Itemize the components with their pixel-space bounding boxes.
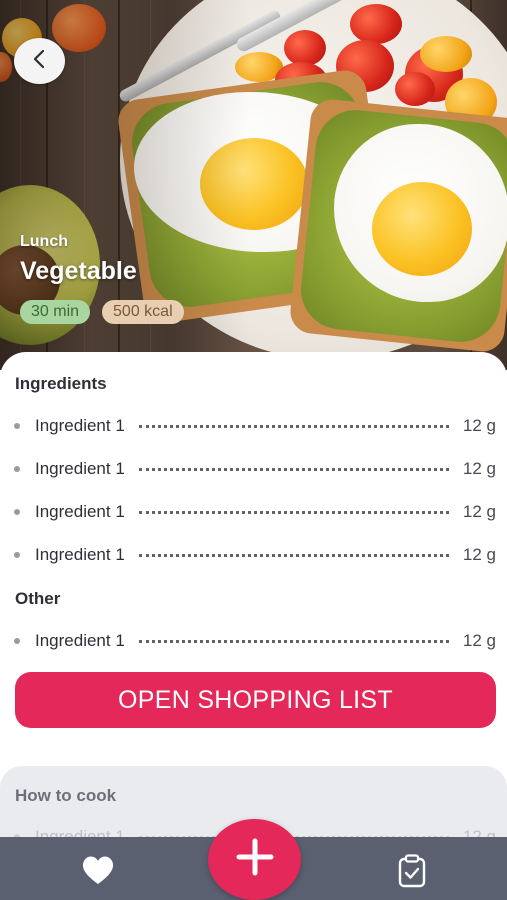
dotted-leader xyxy=(138,639,449,643)
bullet xyxy=(14,638,20,644)
ingredient-row: Ingredient 1 12 g xyxy=(14,541,496,569)
recipe-meta: Lunch Vegetable 30 min 500 kcal xyxy=(20,233,184,324)
recipe-title: Vegetable xyxy=(20,257,137,285)
shopping-list-nav-button[interactable] xyxy=(393,853,431,893)
time-badge: 30 min xyxy=(20,300,91,324)
ingredient-quantity: 12 g xyxy=(462,459,496,478)
dotted-leader xyxy=(138,553,449,557)
open-shopping-list-button[interactable]: OPEN SHOPPING LIST xyxy=(15,672,496,728)
ingredients-heading: Ingredients xyxy=(15,374,107,393)
ingredient-quantity: 12 g xyxy=(462,545,496,564)
ingredient-row: Ingredient 1 12 g xyxy=(14,455,496,483)
ingredient-row: Ingredient 1 12 g xyxy=(14,412,496,440)
dotted-leader xyxy=(138,510,449,514)
calories-badge: 500 kcal xyxy=(102,300,184,324)
ingredient-row: Ingredient 1 12 g xyxy=(14,498,496,526)
how-to-cook-heading: How to cook xyxy=(15,786,117,805)
add-button[interactable] xyxy=(208,819,301,900)
bullet xyxy=(14,423,20,429)
bullet xyxy=(14,552,20,558)
ingredient-name: Ingredient 1 xyxy=(35,545,125,564)
ingredient-name: Ingredient 1 xyxy=(35,631,125,650)
ingredient-quantity: 12 g xyxy=(462,631,496,650)
plus-icon xyxy=(235,837,275,882)
ingredient-name: Ingredient 1 xyxy=(35,459,125,478)
chevron-left-icon xyxy=(29,48,51,75)
recipe-badges: 30 min 500 kcal xyxy=(20,300,184,324)
dotted-leader xyxy=(138,424,449,428)
ingredient-name: Ingredient 1 xyxy=(35,416,125,435)
clipboard-check-icon xyxy=(397,853,427,893)
recipe-category: Lunch xyxy=(20,233,68,250)
other-heading: Other xyxy=(15,589,61,608)
ingredient-row: Ingredient 1 12 g xyxy=(14,627,496,655)
bullet xyxy=(14,466,20,472)
favorites-nav-button[interactable] xyxy=(79,855,117,889)
ingredient-name: Ingredient 1 xyxy=(35,502,125,521)
back-button[interactable] xyxy=(14,38,65,84)
bullet xyxy=(14,509,20,515)
ingredient-quantity: 12 g xyxy=(462,416,496,435)
ingredient-quantity: 12 g xyxy=(462,502,496,521)
dotted-leader xyxy=(138,467,449,471)
heart-icon xyxy=(80,854,116,891)
